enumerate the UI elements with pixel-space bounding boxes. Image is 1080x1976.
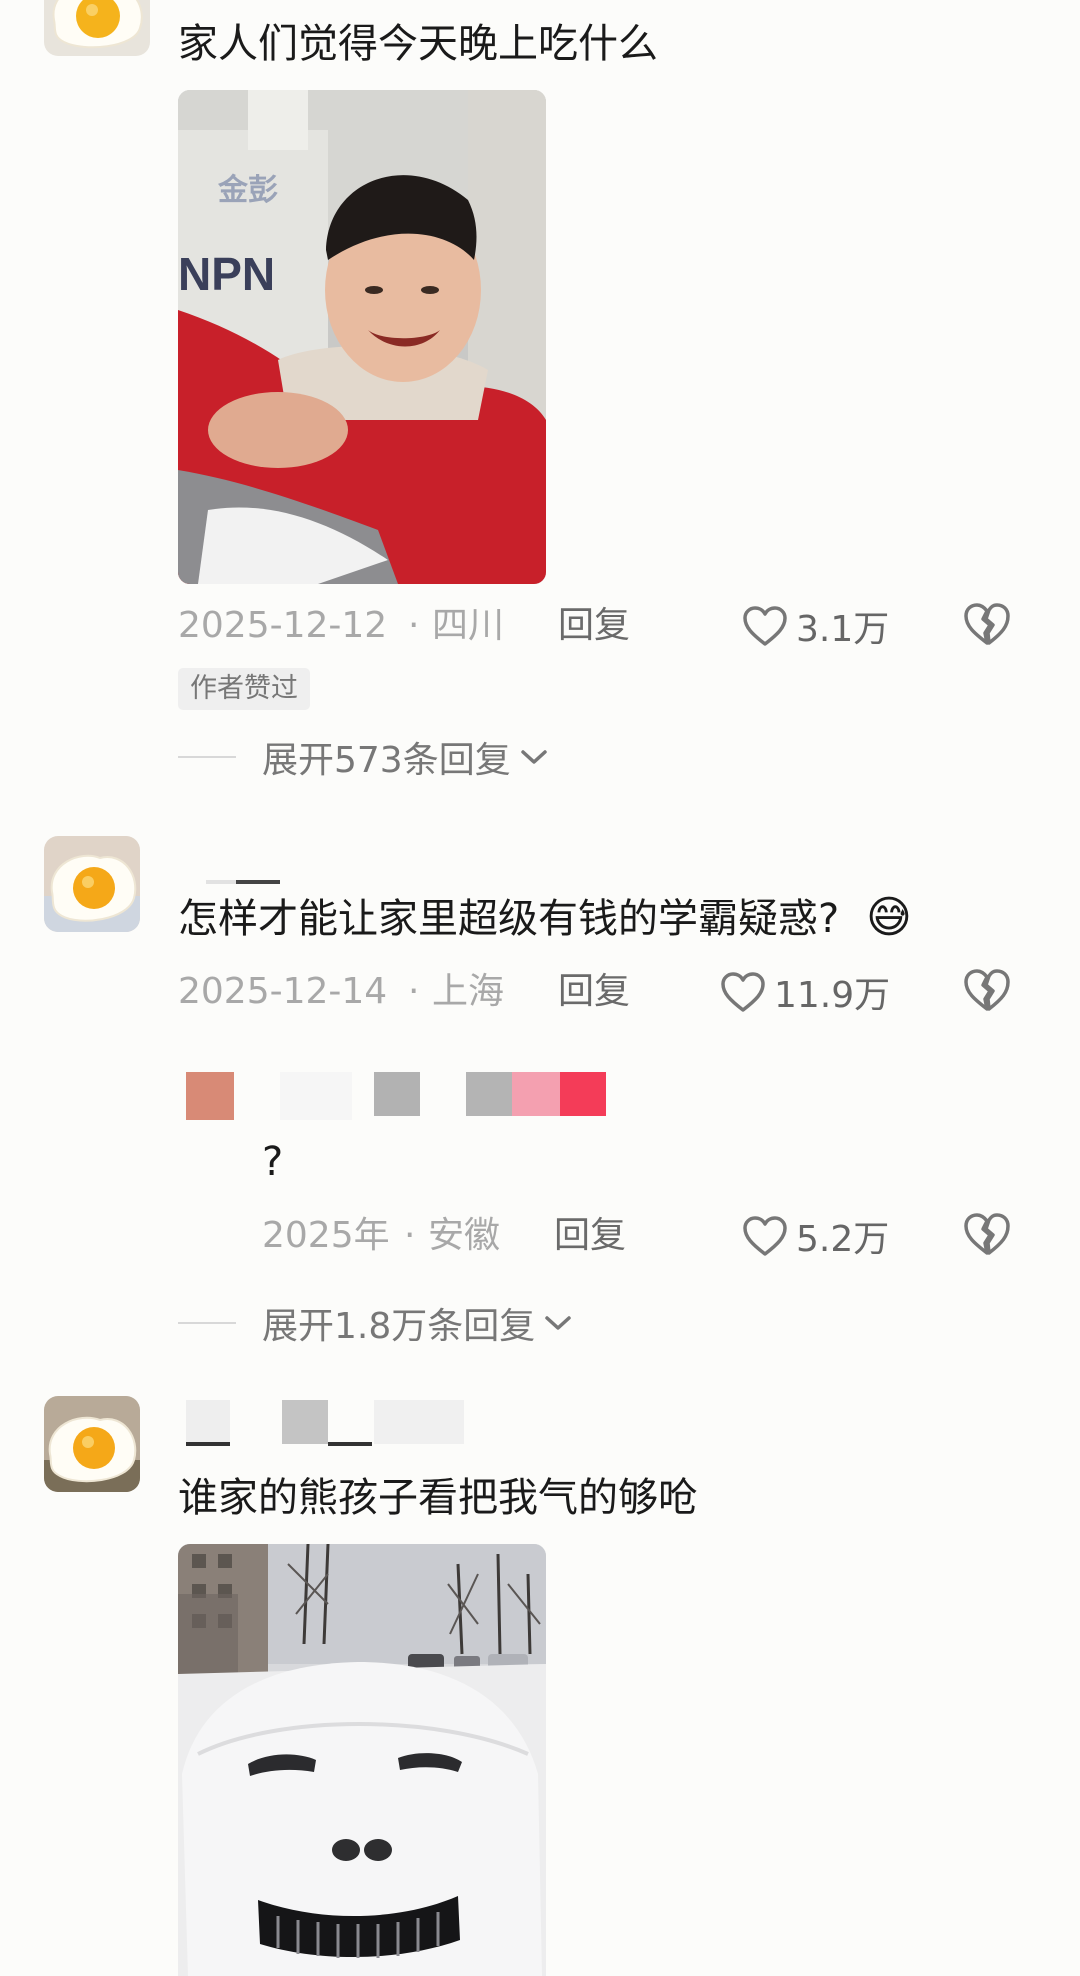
like-button[interactable]: 5.2万 [742,1211,889,1261]
username-redacted [512,1072,560,1116]
username-redacted [186,1442,230,1446]
username-redacted [328,1442,372,1446]
meta-separator: · [404,1215,416,1256]
username-redacted [280,1072,352,1120]
like-button[interactable]: 3.1万 [742,601,889,651]
comment-location: 上海 [432,971,505,1012]
reply-location: 安徽 [428,1215,501,1256]
username-redacted [186,1400,230,1442]
like-count: 5.2万 [796,1219,890,1260]
username-redacted [236,880,280,884]
comment-text: 家人们觉得今天晚上吃什么 [178,21,658,67]
svg-text:NPN: NPN [178,248,275,300]
avatar[interactable] [44,0,150,56]
dislike-button[interactable] [962,1211,1012,1261]
divider-line [178,756,236,758]
comment-text: 怎样才能让家里超级有钱的学霸疑惑? 😅 [178,894,912,943]
comment-date: 2025-12-14 [178,971,388,1012]
comment-text-body: 怎样才能让家里超级有钱的学霸疑惑? [178,896,840,942]
heart-icon [743,606,787,646]
comment-date: 2025-12-12 [178,605,388,646]
heart-icon [721,972,765,1012]
username-redacted [374,1400,464,1444]
reply-date: 2025年 [262,1215,390,1256]
broken-heart-icon [964,969,1010,1011]
like-count: 11.9万 [774,975,891,1016]
comment-text: 谁家的熊孩子看把我气的够呛 [178,1475,698,1521]
chevron-down-icon [545,1316,572,1330]
comment-image[interactable]: 金彭 NPN [178,90,546,584]
reply-text: ? [262,1139,284,1185]
author-liked-badge: 作者赞过 [178,668,310,710]
username-redacted [560,1072,606,1116]
expand-replies-label: 展开573条回复 [262,740,511,781]
comment-image[interactable] [178,1544,546,1976]
reply-button[interactable]: 回复 [554,1214,626,1258]
expand-replies-label: 展开1.8万条回复 [262,1306,536,1347]
meta-separator: · [408,971,420,1012]
divider-line [178,1322,236,1324]
broken-heart-icon [964,603,1010,645]
heart-icon [743,1216,787,1256]
username-redacted [466,1072,512,1116]
avatar[interactable] [44,1396,140,1492]
sweat-smile-emoji: 😅 [865,892,912,943]
like-count: 3.1万 [796,609,890,650]
chevron-down-icon [520,750,547,764]
dislike-button[interactable] [962,967,1012,1017]
reply-button[interactable]: 回复 [558,970,630,1014]
dislike-button[interactable] [962,601,1012,651]
comment-location: 四川 [432,605,505,646]
username-redacted [282,1400,328,1444]
expand-replies-button[interactable]: 展开573条回复 [178,732,549,782]
username-redacted [374,1072,420,1116]
reply-avatar-redacted[interactable] [186,1072,234,1120]
like-button[interactable]: 11.9万 [720,967,890,1017]
avatar[interactable] [44,836,140,932]
broken-heart-icon [964,1213,1010,1255]
meta-separator: · [408,605,420,646]
reply-button[interactable]: 回复 [558,604,630,648]
expand-replies-button[interactable]: 展开1.8万条回复 [178,1298,573,1348]
svg-text:金彭: 金彭 [217,173,278,207]
